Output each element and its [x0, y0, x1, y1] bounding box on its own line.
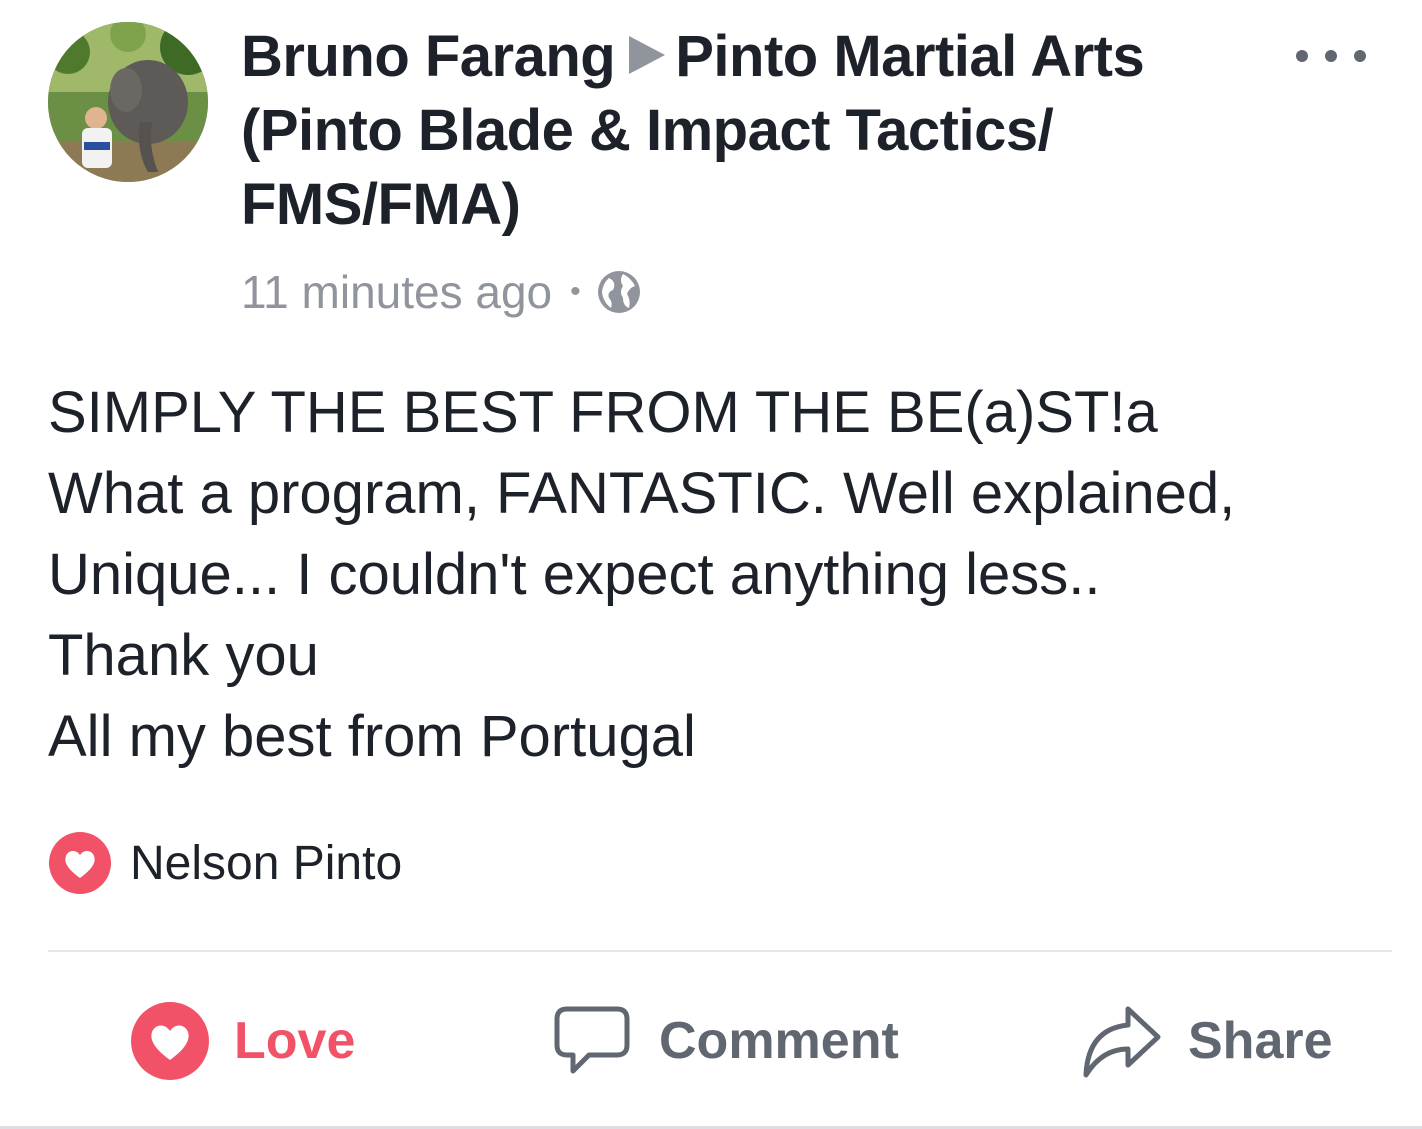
post-body: SIMPLY THE BEST FROM THE BE(a)ST!a What …: [48, 372, 1378, 777]
share-icon: [1083, 1006, 1161, 1078]
reactor-names: Nelson Pinto: [130, 836, 403, 890]
post-body-line: SIMPLY THE BEST FROM THE BE(a)ST!a: [48, 380, 1158, 445]
author-avatar[interactable]: [48, 22, 208, 182]
globe-icon: [597, 271, 640, 313]
more-dot-2: [1325, 50, 1337, 62]
header-line-1: Bruno Farang Pinto Martial Arts: [241, 20, 1251, 94]
love-button[interactable]: Love: [130, 996, 355, 1086]
facebook-post-card: Bruno Farang Pinto Martial Arts (Pinto Bl…: [0, 0, 1422, 1129]
post-header: Bruno Farang Pinto Martial Arts (Pinto Bl…: [241, 20, 1251, 242]
meta-separator: •: [570, 275, 581, 308]
shared-to-arrow-icon: [629, 36, 666, 74]
target-page-name-continued-2[interactable]: FMS/FMA): [241, 168, 1251, 242]
more-options-icon[interactable]: [1296, 40, 1366, 72]
post-body-line: Unique... I couldn't expect anything les…: [48, 542, 1101, 607]
love-heart-icon: [131, 1002, 209, 1080]
target-page-name-continued[interactable]: (Pinto Blade & Impact Tactics/: [241, 94, 1251, 168]
share-label: Share: [1188, 1012, 1333, 1070]
avatar-photo-image: [48, 22, 208, 182]
share-button[interactable]: Share: [1080, 996, 1333, 1086]
target-page-name[interactable]: Pinto Martial Arts: [675, 24, 1145, 89]
post-body-line: Thank you: [48, 623, 319, 688]
post-meta: 11 minutes ago •: [241, 262, 643, 322]
comment-label: Comment: [659, 1012, 899, 1070]
author-name[interactable]: Bruno Farang: [241, 24, 616, 89]
love-label: Love: [234, 1012, 356, 1070]
reactions-summary[interactable]: Nelson Pinto: [48, 830, 402, 896]
more-dot-3: [1354, 50, 1366, 62]
post-body-line: All my best from Portugal: [48, 704, 696, 769]
comment-button[interactable]: Comment: [553, 996, 899, 1086]
actions-divider: [48, 950, 1392, 952]
post-body-line: What a program, FANTASTIC. Well explaine…: [48, 461, 1236, 526]
heart-icon: [49, 832, 111, 894]
more-dot-1: [1296, 50, 1308, 62]
post-timestamp[interactable]: 11 minutes ago: [241, 262, 552, 322]
comment-icon: [554, 1006, 630, 1074]
